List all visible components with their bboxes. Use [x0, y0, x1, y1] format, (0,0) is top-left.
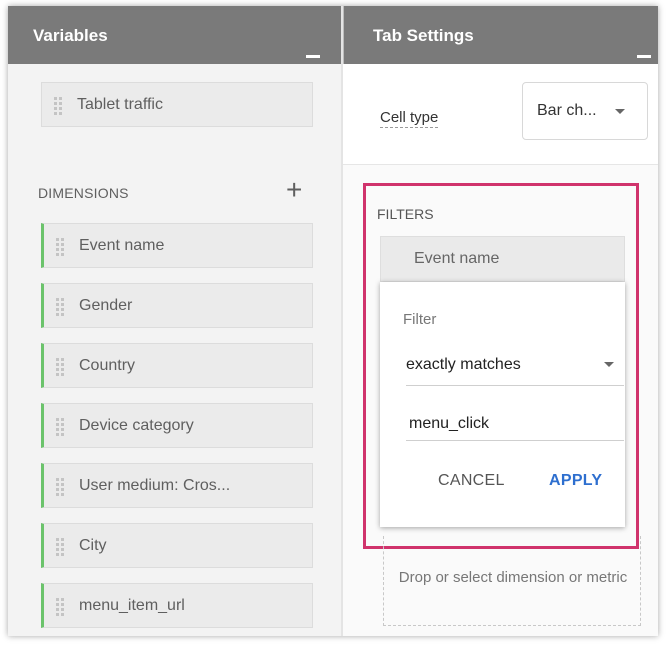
minimize-icon[interactable]	[637, 55, 651, 58]
dimension-chip[interactable]: menu_item_url	[41, 583, 313, 628]
divider	[343, 164, 658, 165]
cell-type-row: Cell type Bar ch...	[343, 64, 658, 164]
tab-settings-header: Tab Settings	[343, 6, 658, 64]
drag-handle-icon[interactable]	[56, 478, 64, 496]
variables-title: Variables	[33, 26, 108, 45]
filter-value-text: menu_click	[409, 415, 490, 432]
dimensions-heading: DIMENSIONS	[38, 185, 129, 201]
drop-zone[interactable]: Drop or select dimension or metric	[383, 536, 641, 626]
chip-label: menu_item_url	[79, 597, 185, 614]
cancel-button[interactable]: CANCEL	[438, 472, 505, 490]
dropdown-arrow-icon	[615, 109, 625, 114]
dimension-chip[interactable]: Event name	[41, 223, 313, 268]
variables-header: Variables	[8, 6, 341, 64]
chip-label: Country	[79, 357, 136, 374]
apply-button[interactable]: APPLY	[549, 472, 602, 490]
dimension-chip[interactable]: Device category	[41, 403, 313, 448]
match-type-select[interactable]: exactly matches	[406, 347, 624, 386]
drag-handle-icon[interactable]	[56, 358, 64, 376]
dropdown-arrow-icon	[604, 362, 614, 367]
drag-handle-icon[interactable]	[56, 598, 64, 616]
cell-type-value: Bar ch...	[537, 102, 597, 119]
tab-settings-panel: Cell type Bar ch... FILTERS Event name F…	[343, 64, 658, 636]
drag-handle-icon[interactable]	[54, 97, 62, 115]
variables-panel: Tablet traffic DIMENSIONS + Event name G…	[8, 64, 341, 636]
match-type-value: exactly matches	[406, 356, 521, 373]
chip-label: Event name	[79, 237, 165, 254]
drop-zone-text: Drop or select dimension or metric	[398, 569, 628, 586]
filter-popup: Filter exactly matches menu_click CANCEL…	[380, 282, 625, 527]
filters-heading: FILTERS	[377, 206, 434, 222]
dimension-chip[interactable]: Gender	[41, 283, 313, 328]
dimension-chip[interactable]: User medium: Cros...	[41, 463, 313, 508]
chip-label: Device category	[79, 417, 194, 434]
dimension-chip[interactable]: Country	[41, 343, 313, 388]
tab-settings-title: Tab Settings	[373, 26, 474, 45]
cell-type-select[interactable]: Bar ch...	[522, 82, 648, 140]
minimize-icon[interactable]	[306, 55, 320, 58]
drag-handle-icon[interactable]	[56, 298, 64, 316]
segment-chip-tablet-traffic[interactable]: Tablet traffic	[41, 82, 313, 127]
chip-label: Gender	[79, 297, 133, 314]
chip-label: City	[79, 537, 107, 554]
cell-type-label: Cell type	[380, 109, 439, 128]
drag-handle-icon[interactable]	[56, 538, 64, 556]
chip-label: Tablet traffic	[77, 96, 163, 113]
app-window: Variables Tab Settings Tablet traffic DI…	[8, 6, 658, 636]
chip-label: Event name	[414, 250, 500, 267]
filters-section: FILTERS Event name Filter exactly matche…	[363, 183, 639, 549]
filter-value-input[interactable]: menu_click	[406, 402, 624, 441]
dimension-chip[interactable]: City	[41, 523, 313, 568]
drag-handle-icon[interactable]	[56, 418, 64, 436]
drag-handle-icon[interactable]	[56, 238, 64, 256]
plus-icon[interactable]: +	[286, 176, 302, 204]
filter-chip-event-name[interactable]: Event name	[380, 236, 625, 282]
chip-label: User medium: Cros...	[79, 477, 231, 494]
filter-popup-title: Filter	[403, 311, 437, 328]
